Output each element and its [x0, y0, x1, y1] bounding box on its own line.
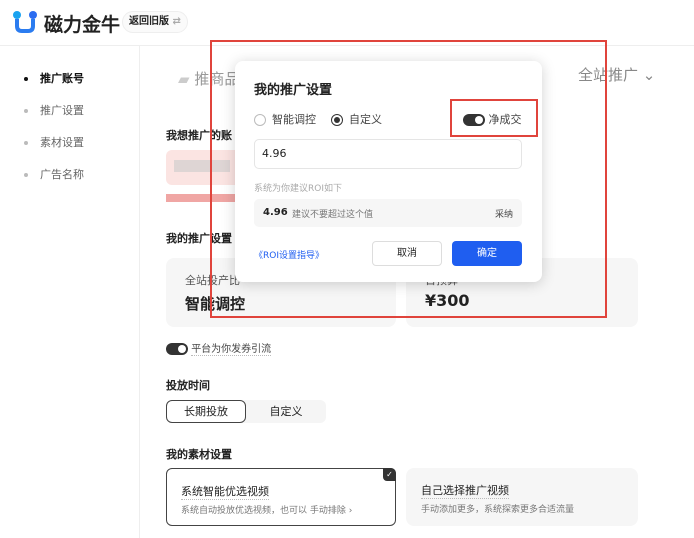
- swap-icon: ⇄: [172, 16, 181, 27]
- time-heading: 投放时间: [166, 379, 210, 392]
- sidebar-item-settings[interactable]: 推广设置: [24, 102, 84, 118]
- chevron-down-icon: ⌄: [642, 66, 656, 84]
- cart-icon: ▰: [178, 70, 190, 88]
- highlight-box-net-toggle: [450, 99, 538, 137]
- sidebar-item-account[interactable]: 推广账号: [24, 70, 84, 86]
- app-name: 磁力金牛: [44, 14, 121, 36]
- material-card-smart[interactable]: ✓ 系统智能优选视频 系统自动投放优选视频，也可以 手动排除 ›: [166, 468, 396, 526]
- material-heading: 我的素材设置: [166, 448, 232, 461]
- toggle-switch: [166, 343, 188, 355]
- time-segmented: 长期投放 自定义: [166, 400, 326, 423]
- material-card-manual[interactable]: 自己选择推广视频 手动添加更多，系统探索更多合适流量: [406, 468, 638, 526]
- coupon-toggle[interactable]: 平台为你发券引流: [166, 340, 272, 356]
- sidebar: 推广账号 推广设置 素材设置 广告名称: [0, 46, 140, 538]
- highlight-box-modal: [210, 40, 607, 318]
- sidebar-item-ad-name[interactable]: 广告名称: [24, 166, 84, 182]
- time-option-custom[interactable]: 自定义: [246, 400, 326, 423]
- check-icon: ✓: [383, 468, 396, 481]
- logo-icon: [13, 11, 37, 33]
- back-to-old-version-button[interactable]: 返回旧版 ⇄: [122, 11, 188, 33]
- sidebar-item-material[interactable]: 素材设置: [24, 134, 84, 150]
- back-label: 返回旧版: [129, 16, 169, 27]
- time-option-long-term[interactable]: 长期投放: [166, 400, 246, 423]
